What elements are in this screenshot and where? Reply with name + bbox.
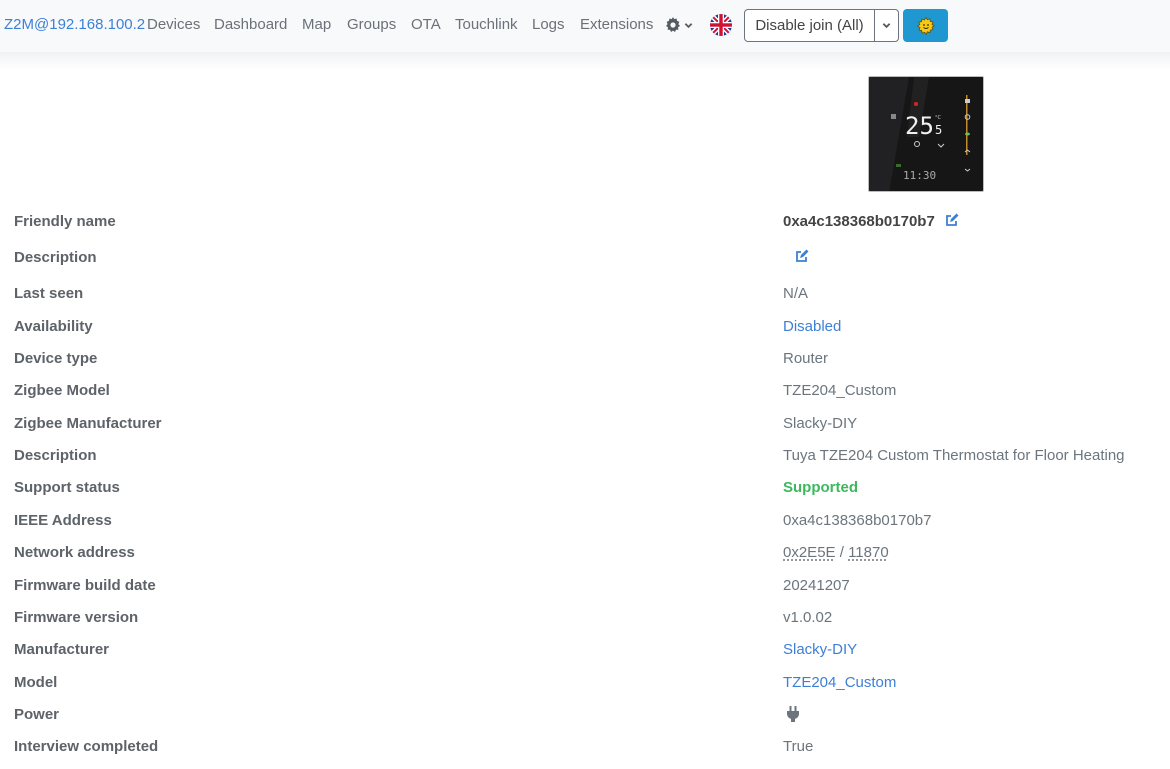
navbar-shadow [0, 52, 1170, 70]
value-firmware-version: v1.0.02 [783, 609, 833, 626]
value-firmware-build-date: 20241207 [783, 577, 850, 594]
value-ieee-address: 0xa4c138368b0170b7 [783, 512, 932, 529]
value-manufacturer-link[interactable]: Slacky-DIY [783, 641, 857, 658]
value-zigbee-manufacturer: Slacky-DIY [783, 415, 858, 432]
uk-flag-icon [710, 14, 732, 36]
disable-join-label[interactable]: Disable join (All) [745, 10, 875, 41]
row-firmware-version: Firmware version v1.0.02 [0, 609, 1170, 633]
edit-description-button[interactable] [795, 249, 809, 267]
network-address-dec: 11870 [848, 544, 889, 561]
nav-dashboard[interactable]: Dashboard [214, 16, 287, 33]
thermostat-image: 25 5 °C 11:30 [869, 77, 983, 191]
svg-text:°C: °C [935, 115, 942, 121]
label-availability: Availability [14, 318, 93, 335]
label-description: Description [14, 249, 97, 266]
value-device-type: Router [783, 350, 829, 367]
value-zigbee-model: TZE204_Custom [783, 382, 897, 399]
row-description: Description [0, 249, 1170, 273]
label-firmware-build-date: Firmware build date [14, 577, 156, 594]
label-ieee-address: IEEE Address [14, 512, 112, 529]
display-temp: 25 [905, 112, 934, 140]
label-zigbee-manufacturer: Zigbee Manufacturer [14, 415, 162, 432]
edit-friendly-name-button[interactable] [945, 213, 959, 231]
label-power: Power [14, 706, 60, 723]
sun-icon [916, 16, 935, 35]
value-friendly-name: 0xa4c138368b0170b7 [783, 213, 959, 231]
disable-join-button[interactable]: Disable join (All) [744, 9, 899, 42]
friendly-name-text: 0xa4c138368b0170b7 [783, 213, 935, 230]
chevron-down-icon [882, 23, 891, 29]
display-decimal: 5 [935, 123, 942, 137]
row-network-address: Network address 0x2E5E / 11870 [0, 544, 1170, 568]
value-device-description: Tuya TZE204 Custom Thermostat for Floor … [783, 447, 1125, 464]
nav-extensions[interactable]: Extensions [580, 16, 653, 33]
join-options-dropdown[interactable] [875, 10, 898, 41]
language-selector[interactable] [710, 14, 732, 36]
row-friendly-name: Friendly name 0xa4c138368b0170b7 [0, 213, 1170, 237]
row-zigbee-model: Zigbee Model TZE204_Custom [0, 382, 1170, 406]
label-model: Model [14, 674, 58, 691]
row-model: Model TZE204_Custom [0, 674, 1170, 698]
chevron-down-icon [684, 22, 693, 28]
label-last-seen: Last seen [14, 285, 84, 302]
value-availability-link[interactable]: Disabled [783, 318, 841, 335]
device-image: 25 5 °C 11:30 [868, 76, 984, 192]
row-firmware-build-date: Firmware build date 20241207 [0, 577, 1170, 601]
brand-link[interactable]: Z2M@192.168.100.2 [4, 16, 145, 33]
plug-icon [787, 706, 799, 722]
nav-map[interactable]: Map [302, 16, 331, 33]
nav-ota[interactable]: OTA [411, 16, 441, 33]
settings-dropdown[interactable] [665, 15, 693, 35]
edit-icon [945, 213, 959, 226]
nav-groups[interactable]: Groups [347, 16, 396, 33]
theme-toggle-button[interactable] [903, 9, 948, 42]
edit-icon [796, 249, 809, 262]
row-support-status: Support status Supported [0, 479, 1170, 503]
nav-touchlink[interactable]: Touchlink [455, 16, 518, 33]
network-address-hex: 0x2E5E [783, 544, 836, 561]
label-device-description: Description [14, 447, 97, 464]
label-manufacturer: Manufacturer [14, 641, 110, 658]
row-zigbee-manufacturer: Zigbee Manufacturer Slacky-DIY [0, 415, 1170, 439]
label-network-address: Network address [14, 544, 135, 561]
label-firmware-version: Firmware version [14, 609, 139, 626]
value-model-link[interactable]: TZE204_Custom [783, 674, 896, 691]
nav-logs[interactable]: Logs [532, 16, 565, 33]
nav-devices[interactable]: Devices [147, 16, 200, 33]
row-ieee-address: IEEE Address 0xa4c138368b0170b7 [0, 512, 1170, 536]
label-support-status: Support status [14, 479, 120, 496]
value-last-seen: N/A [783, 285, 809, 302]
network-address-separator: / [835, 544, 849, 561]
label-zigbee-model: Zigbee Model [14, 382, 110, 399]
label-device-type: Device type [14, 350, 98, 367]
label-friendly-name: Friendly name [14, 213, 116, 230]
row-availability: Availability Disabled [0, 318, 1170, 342]
row-device-type: Device type Router [0, 350, 1170, 374]
gear-icon [666, 17, 680, 32]
value-power [787, 706, 799, 726]
navbar: Z2M@192.168.100.2 Devices Dashboard Map … [0, 0, 1170, 52]
row-device-description: Description Tuya TZE204 Custom Thermosta… [0, 447, 1170, 471]
value-description [783, 249, 809, 267]
value-interview-completed: True [783, 738, 814, 755]
display-time: 11:30 [903, 169, 936, 182]
label-interview-completed: Interview completed [14, 738, 159, 755]
value-support-status: Supported [783, 479, 858, 496]
value-network-address: 0x2E5E / 11870 [783, 544, 889, 561]
row-power: Power [0, 706, 1170, 730]
row-interview-completed: Interview completed True [0, 738, 1170, 762]
row-last-seen: Last seen N/A [0, 285, 1170, 309]
row-manufacturer: Manufacturer Slacky-DIY [0, 641, 1170, 665]
